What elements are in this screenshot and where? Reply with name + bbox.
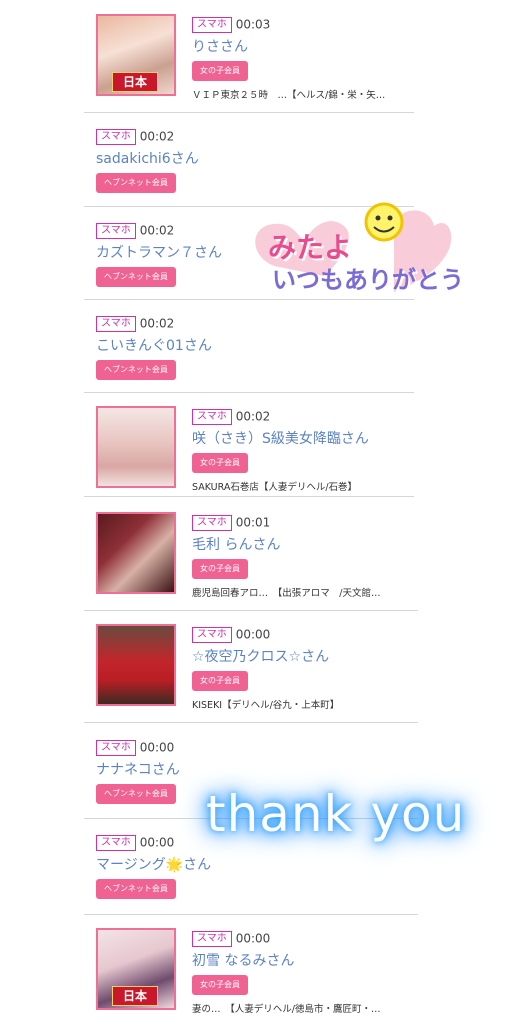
- visitor-name[interactable]: 初雪 なるみさん: [192, 950, 414, 970]
- japan-badge: 日本: [112, 72, 158, 92]
- device-badge: スマホ: [96, 222, 136, 239]
- member-type-badge: 女の子会員: [192, 671, 248, 691]
- member-type-badge: ヘブンネット会員: [96, 879, 176, 899]
- device-badge: スマホ: [96, 315, 136, 332]
- device-badge: スマホ: [192, 514, 232, 531]
- thank-you-sticker: thank you: [206, 785, 466, 843]
- visit-time: 00:03: [235, 17, 271, 32]
- list-item[interactable]: スマホ 00:02 sadakichi6さん ヘブンネット会員: [84, 112, 414, 207]
- device-badge: スマホ: [96, 834, 136, 851]
- shop-name[interactable]: 妻の… 【人妻デリヘル/徳島市・鷹匠町・…: [192, 1001, 414, 1015]
- profile-thumbnail[interactable]: [96, 624, 176, 706]
- member-type-badge: ヘブンネット会員: [96, 173, 176, 193]
- footprint-list: 日本 スマホ 00:03 りささん 女の子会員 ＶＩＰ東京２５時 …【ヘルス/錦・…: [0, 0, 531, 1024]
- japan-badge: 日本: [112, 986, 158, 1006]
- profile-thumbnail[interactable]: 日本: [96, 928, 176, 1010]
- mitayo-sticker: みたよ いつもありがとう: [244, 196, 464, 306]
- visit-time: 00:02: [139, 223, 175, 238]
- visit-time: 00:02: [139, 316, 175, 331]
- profile-thumbnail[interactable]: 日本: [96, 14, 176, 96]
- sticker-text-line2: いつもありがとう: [272, 266, 464, 294]
- visitor-name[interactable]: カズトラマン７さん: [96, 242, 222, 262]
- visit-time: 00:02: [139, 129, 175, 144]
- member-type-badge: 女の子会員: [192, 453, 248, 473]
- member-type-badge: 女の子会員: [192, 975, 248, 995]
- device-badge: スマホ: [192, 626, 232, 643]
- member-type-badge: ヘブンネット会員: [96, 360, 176, 380]
- visitor-name[interactable]: りささん: [192, 36, 414, 56]
- visitor-name[interactable]: マージング🌟さん: [96, 854, 211, 874]
- shop-name[interactable]: ＶＩＰ東京２５時 …【ヘルス/錦・栄・矢…: [192, 87, 414, 101]
- visit-time: 00:02: [235, 409, 271, 424]
- member-type-badge: ヘブンネット会員: [96, 784, 176, 804]
- device-badge: スマホ: [192, 16, 232, 33]
- visitor-name[interactable]: こいきんぐ01さん: [96, 335, 212, 355]
- list-item[interactable]: 日本 スマホ 00:03 りささん 女の子会員 ＶＩＰ東京２５時 …【ヘルス/錦・…: [84, 0, 414, 113]
- visit-time: 00:00: [235, 931, 271, 946]
- visitor-name[interactable]: ☆夜空乃クロス☆さん: [192, 646, 414, 666]
- device-badge: スマホ: [96, 739, 136, 756]
- device-badge: スマホ: [192, 408, 232, 425]
- shop-name[interactable]: SAKURA石巻店【人妻デリヘル/石巻】: [192, 479, 414, 493]
- list-item[interactable]: スマホ 00:02 咲（さき）S級美女降臨さん 女の子会員 SAKURA石巻店【人…: [84, 392, 414, 497]
- visit-time: 00:00: [235, 627, 271, 642]
- device-badge: スマホ: [96, 128, 136, 145]
- member-type-badge: 女の子会員: [192, 61, 248, 81]
- visitor-name[interactable]: ナナネコさん: [96, 759, 180, 779]
- visitor-name[interactable]: 毛利 らんさん: [192, 534, 414, 554]
- profile-photo: [98, 408, 174, 486]
- list-item[interactable]: スマホ 00:01 毛利 らんさん 女の子会員 鹿児島回春アロ… 【出張アロマ /…: [84, 496, 418, 611]
- profile-thumbnail[interactable]: [96, 406, 176, 488]
- list-item[interactable]: スマホ 00:02 こいきんぐ01さん ヘブンネット会員: [84, 299, 414, 393]
- shop-name[interactable]: 鹿児島回春アロ… 【出張アロマ /天文館…: [192, 585, 414, 599]
- member-type-badge: 女の子会員: [192, 559, 248, 579]
- device-badge: スマホ: [192, 930, 232, 947]
- profile-photo: [98, 514, 174, 592]
- visit-time: 00:01: [235, 515, 271, 530]
- visit-time: 00:00: [139, 740, 175, 755]
- member-type-badge: ヘブンネット会員: [96, 267, 176, 287]
- list-item[interactable]: スマホ 00:00 ☆夜空乃クロス☆さん 女の子会員 KISEKI【デリヘル/谷九…: [84, 610, 418, 723]
- visitor-name[interactable]: 咲（さき）S級美女降臨さん: [192, 428, 414, 448]
- profile-thumbnail[interactable]: [96, 512, 176, 594]
- list-item[interactable]: 日本 スマホ 00:00 初雪 なるみさん 女の子会員 妻の… 【人妻デリヘル/徳…: [84, 914, 418, 1024]
- shop-name[interactable]: KISEKI【デリヘル/谷九・上本町】: [192, 697, 414, 711]
- visit-time: 00:00: [139, 835, 175, 850]
- visitor-name[interactable]: sadakichi6さん: [96, 148, 199, 168]
- profile-photo: [98, 626, 174, 704]
